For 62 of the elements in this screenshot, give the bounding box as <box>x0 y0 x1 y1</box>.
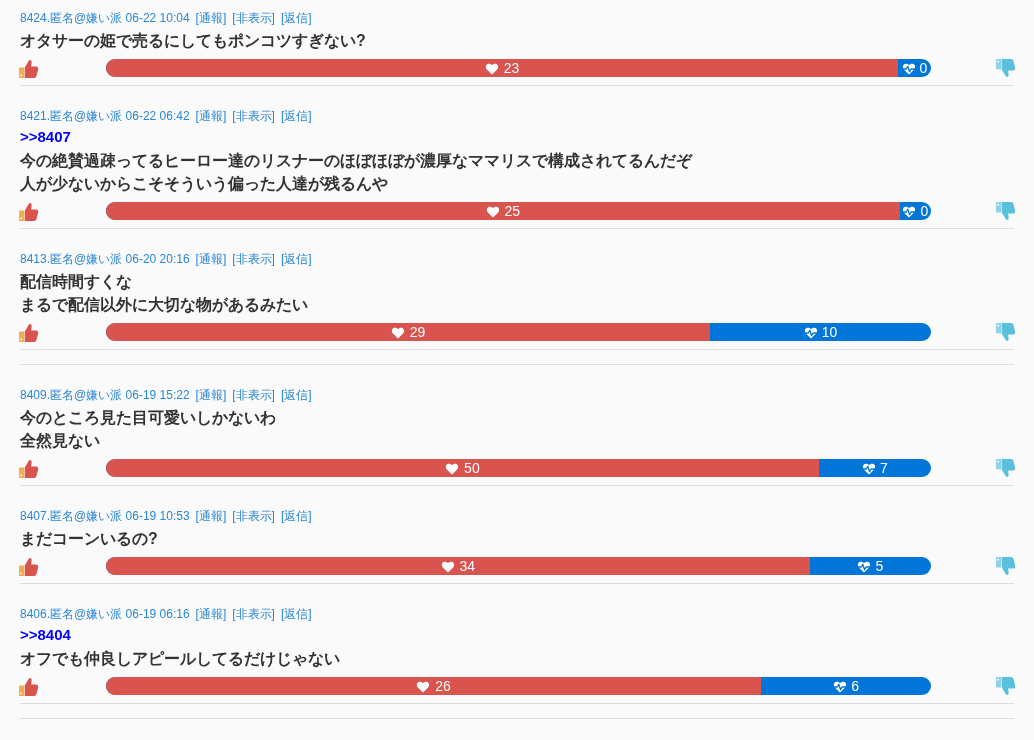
post-text: 今の絶賛過疎ってるヒーロー達のリスナーのほぼほぼが濃厚なママリスで構成されてるんだぞ 人が少ないからこそそういう偏った人達が残るんや <box>20 151 692 195</box>
thumbs-up-icon[interactable] <box>18 675 39 697</box>
report-link[interactable]: [通報] <box>195 107 227 125</box>
hide-link[interactable]: [非表示] <box>232 507 275 525</box>
report-link[interactable]: [通報] <box>195 507 227 525</box>
hide-link[interactable]: [非表示] <box>232 250 275 268</box>
thumbs-down-icon[interactable] <box>995 457 1016 479</box>
dislike-count: 0 <box>920 203 929 219</box>
reply-link[interactable]: [返信] <box>280 250 312 268</box>
reply-link[interactable]: [返信] <box>280 9 312 27</box>
thumbs-up-icon[interactable] <box>18 57 39 79</box>
reply-reference-link[interactable]: >>8404 <box>20 626 71 643</box>
like-count: 23 <box>503 60 520 76</box>
thumbs-up-icon[interactable] <box>18 555 39 577</box>
post-meta: 8409.匿名@嫌い派 06-19 15:22 <box>20 387 190 404</box>
reply-link[interactable]: [返信] <box>280 507 312 525</box>
post-text: オタサーの姫で売るにしてもポンコツすぎない? <box>20 31 366 52</box>
reply-link[interactable]: [返信] <box>280 605 312 623</box>
post-meta: 8421.匿名@嫌い派 06-22 06:42 <box>20 108 190 125</box>
like-count: 26 <box>435 678 451 694</box>
post-meta: 8406.匿名@嫌い派 06-19 06:16 <box>20 606 190 623</box>
post-text: オフでも仲良しアピールしてるだけじゃない <box>20 649 340 670</box>
thumbs-down-icon[interactable] <box>995 200 1016 222</box>
reply-link[interactable]: [返信] <box>280 107 312 125</box>
hide-link[interactable]: [非表示] <box>232 605 275 623</box>
report-link[interactable]: [通報] <box>195 605 227 623</box>
reply-reference-link[interactable]: >>8407 <box>20 128 71 145</box>
like-count: 34 <box>459 558 476 574</box>
thumbs-up-icon[interactable] <box>18 200 39 222</box>
heart-icon <box>416 679 431 693</box>
heart-icon <box>484 61 499 75</box>
post-text: 今のところ見た目可愛いしかないわ 全然見ない <box>20 408 276 452</box>
post-text: まだコーンいるの? <box>20 529 158 549</box>
hide-link[interactable]: [非表示] <box>232 9 275 27</box>
report-link[interactable]: [通報] <box>195 250 227 268</box>
heart-icon <box>445 461 460 475</box>
post-text: 配信時間すくな まるで配信以外に大切な物があるみたい <box>20 272 308 316</box>
hide-link[interactable]: [非表示] <box>232 107 275 125</box>
thumbs-up-icon[interactable] <box>18 457 39 479</box>
dislike-count: 6 <box>851 678 859 694</box>
reply-link[interactable]: [返信] <box>280 386 312 404</box>
like-count: 29 <box>409 324 426 340</box>
heart-icon <box>390 325 405 339</box>
heart-icon <box>485 204 500 218</box>
like-count: 50 <box>464 460 480 476</box>
dislike-count: 7 <box>880 460 888 476</box>
dislike-count: 10 <box>821 324 838 340</box>
hide-link[interactable]: [非表示] <box>232 386 275 404</box>
post-meta: 8424.匿名@嫌い派 06-22 10:04 <box>20 10 190 27</box>
report-link[interactable]: [通報] <box>195 9 227 27</box>
like-count: 25 <box>504 203 521 219</box>
thumbs-down-icon[interactable] <box>995 675 1016 697</box>
post-meta: 8407.匿名@嫌い派 06-19 10:53 <box>20 508 190 525</box>
post-meta: 8413.匿名@嫌い派 06-20 20:16 <box>20 251 190 268</box>
dislike-count: 0 <box>919 60 928 76</box>
report-link[interactable]: [通報] <box>195 386 227 404</box>
dislike-count: 5 <box>875 558 884 574</box>
thumbs-down-icon[interactable] <box>995 555 1016 577</box>
thumbs-up-icon[interactable] <box>18 321 39 343</box>
thumbs-down-icon[interactable] <box>995 57 1016 79</box>
heart-icon <box>440 559 455 573</box>
thumbs-down-icon[interactable] <box>995 321 1016 343</box>
